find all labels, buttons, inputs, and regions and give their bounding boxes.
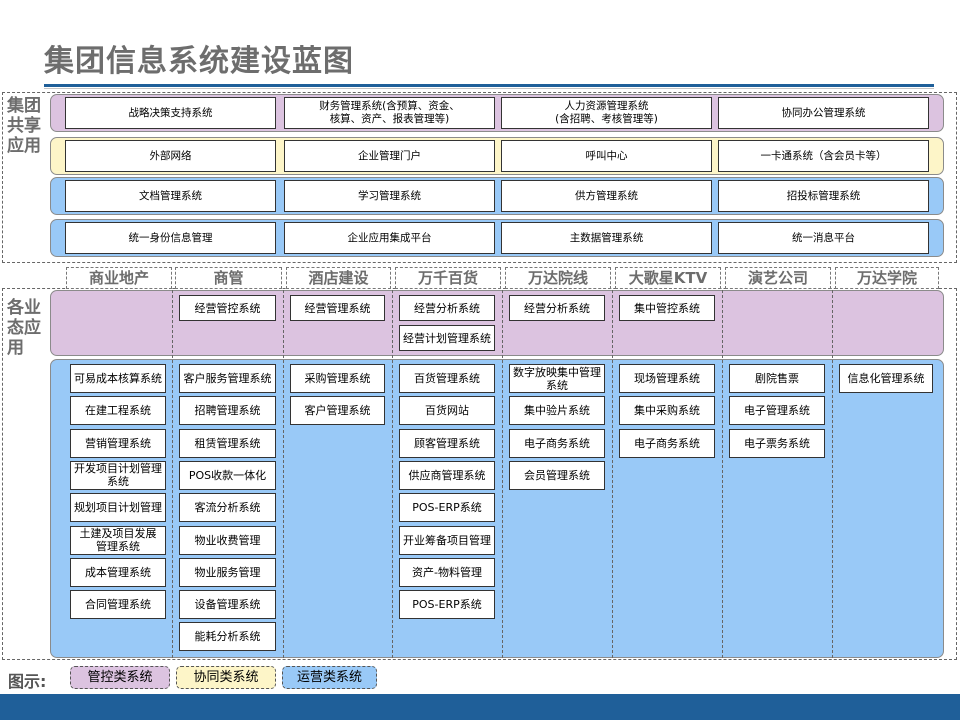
column-header: 商业地产 [66, 267, 172, 289]
column-header: 万达学院 [835, 267, 939, 289]
operation-system-box: 土建及项目发展 管理系统 [70, 525, 166, 555]
operation-system-box: POS-ERP系统 [399, 493, 495, 523]
operation-system-box: 顾客管理系统 [399, 428, 495, 458]
operation-system-box: 剧院售票 [729, 364, 825, 393]
column-header: 演艺公司 [725, 267, 831, 289]
operation-system-box: 成本管理系统 [70, 557, 166, 587]
operation-system-box: 现场管理系统 [619, 364, 715, 393]
page-title: 集团信息系统建设蓝图 [44, 44, 354, 79]
control-system-box: 经营计划管理系统 [399, 325, 495, 351]
operation-system-box: 物业收费管理 [179, 525, 276, 555]
shared-system-box: 企业管理门户 [284, 140, 495, 172]
operation-system-box: 集中验片系统 [509, 396, 605, 426]
shared-system-box: 文档管理系统 [65, 180, 276, 212]
shared-system-box: 财务管理系统(含预算、资金、 核算、资产、报表管理等) [284, 97, 495, 129]
shared-system-box: 统一身份信息管理 [65, 222, 276, 254]
operation-system-box: 采购管理系统 [290, 364, 385, 393]
column-divider [283, 290, 284, 658]
shared-system-box: 供方管理系统 [501, 180, 712, 212]
shared-system-box: 一卡通系统（含会员卡等） [718, 140, 929, 172]
column-divider [612, 290, 613, 658]
operation-system-box: 会员管理系统 [509, 460, 605, 490]
column-header: 酒店建设 [286, 267, 391, 289]
column-header: 万千百货 [395, 267, 501, 289]
operation-system-box: 电子票务系统 [729, 428, 825, 458]
legend-control: 管控类系统 [70, 666, 170, 689]
shared-system-box: 人力资源管理系统 (含招聘、考核管理等) [501, 97, 712, 129]
operation-system-box: 开发项目计划管理 系统 [70, 460, 166, 490]
control-system-box: 经营分析系统 [399, 295, 495, 321]
operation-system-box: 数字放映集中管理 系统 [509, 364, 605, 393]
column-divider [832, 290, 833, 658]
operation-system-box: 供应商管理系统 [399, 460, 495, 490]
operation-system-box: 百货管理系统 [399, 364, 495, 393]
column-divider [502, 290, 503, 658]
operation-system-box: 客流分析系统 [179, 493, 276, 523]
operation-system-box: POS收款一体化 [179, 460, 276, 490]
business-section-label: 各业 态应 用 [7, 298, 41, 358]
operation-system-box: 客户管理系统 [290, 396, 385, 426]
operation-system-box: 招聘管理系统 [179, 396, 276, 426]
shared-system-box: 学习管理系统 [284, 180, 495, 212]
column-divider [172, 290, 173, 658]
control-system-box: 经营管控系统 [179, 295, 276, 321]
operation-system-box: 电子商务系统 [619, 428, 715, 458]
control-system-box: 集中管控系统 [619, 295, 715, 321]
shared-section-label: 集团 共享 应用 [7, 96, 41, 156]
control-system-box: 经营分析系统 [509, 295, 605, 321]
legend-collaboration: 协同类系统 [176, 666, 276, 689]
title-underline-thin [44, 88, 934, 89]
footer-bar [0, 694, 960, 720]
operation-system-box: 在建工程系统 [70, 396, 166, 426]
operation-system-box: 能耗分析系统 [179, 622, 276, 652]
operation-system-box: 集中采购系统 [619, 396, 715, 426]
column-header: 商管 [175, 267, 282, 289]
legend-operation: 运营类系统 [282, 666, 377, 689]
shared-system-box: 企业应用集成平台 [284, 222, 495, 254]
legend-label: 图示: [8, 672, 47, 691]
operation-system-box: 规划项目计划管理 [70, 493, 166, 523]
operation-system-box: 营销管理系统 [70, 428, 166, 458]
column-divider [392, 290, 393, 658]
operation-system-box: 合同管理系统 [70, 590, 166, 620]
operation-system-box: 物业服务管理 [179, 557, 276, 587]
control-system-box: 经营管理系统 [290, 295, 385, 321]
shared-system-box: 招投标管理系统 [718, 180, 929, 212]
shared-system-box: 战略决策支持系统 [65, 97, 276, 129]
shared-system-box: 外部网络 [65, 140, 276, 172]
shared-system-box: 主数据管理系统 [501, 222, 712, 254]
operation-system-box: 电子管理系统 [729, 396, 825, 426]
operation-system-box: 百货网站 [399, 396, 495, 426]
shared-system-box: 协同办公管理系统 [718, 97, 929, 129]
operation-system-box: 信息化管理系统 [839, 364, 933, 393]
column-header: 万达院线 [505, 267, 611, 289]
title-underline [44, 84, 934, 87]
operation-system-box: 资产-物料管理 [399, 557, 495, 587]
operation-system-box: 设备管理系统 [179, 590, 276, 620]
column-divider [722, 290, 723, 658]
column-header: 大歌星KTV [615, 267, 721, 289]
operation-system-box: 客户服务管理系统 [179, 364, 276, 393]
operation-system-box: 可易成本核算系统 [70, 364, 166, 393]
shared-system-box: 统一消息平台 [718, 222, 929, 254]
operation-system-box: 开业筹备项目管理 [399, 525, 495, 555]
operation-system-box: POS-ERP系统 [399, 590, 495, 620]
operation-system-box: 电子商务系统 [509, 428, 605, 458]
operation-system-box: 租赁管理系统 [179, 428, 276, 458]
shared-system-box: 呼叫中心 [501, 140, 712, 172]
